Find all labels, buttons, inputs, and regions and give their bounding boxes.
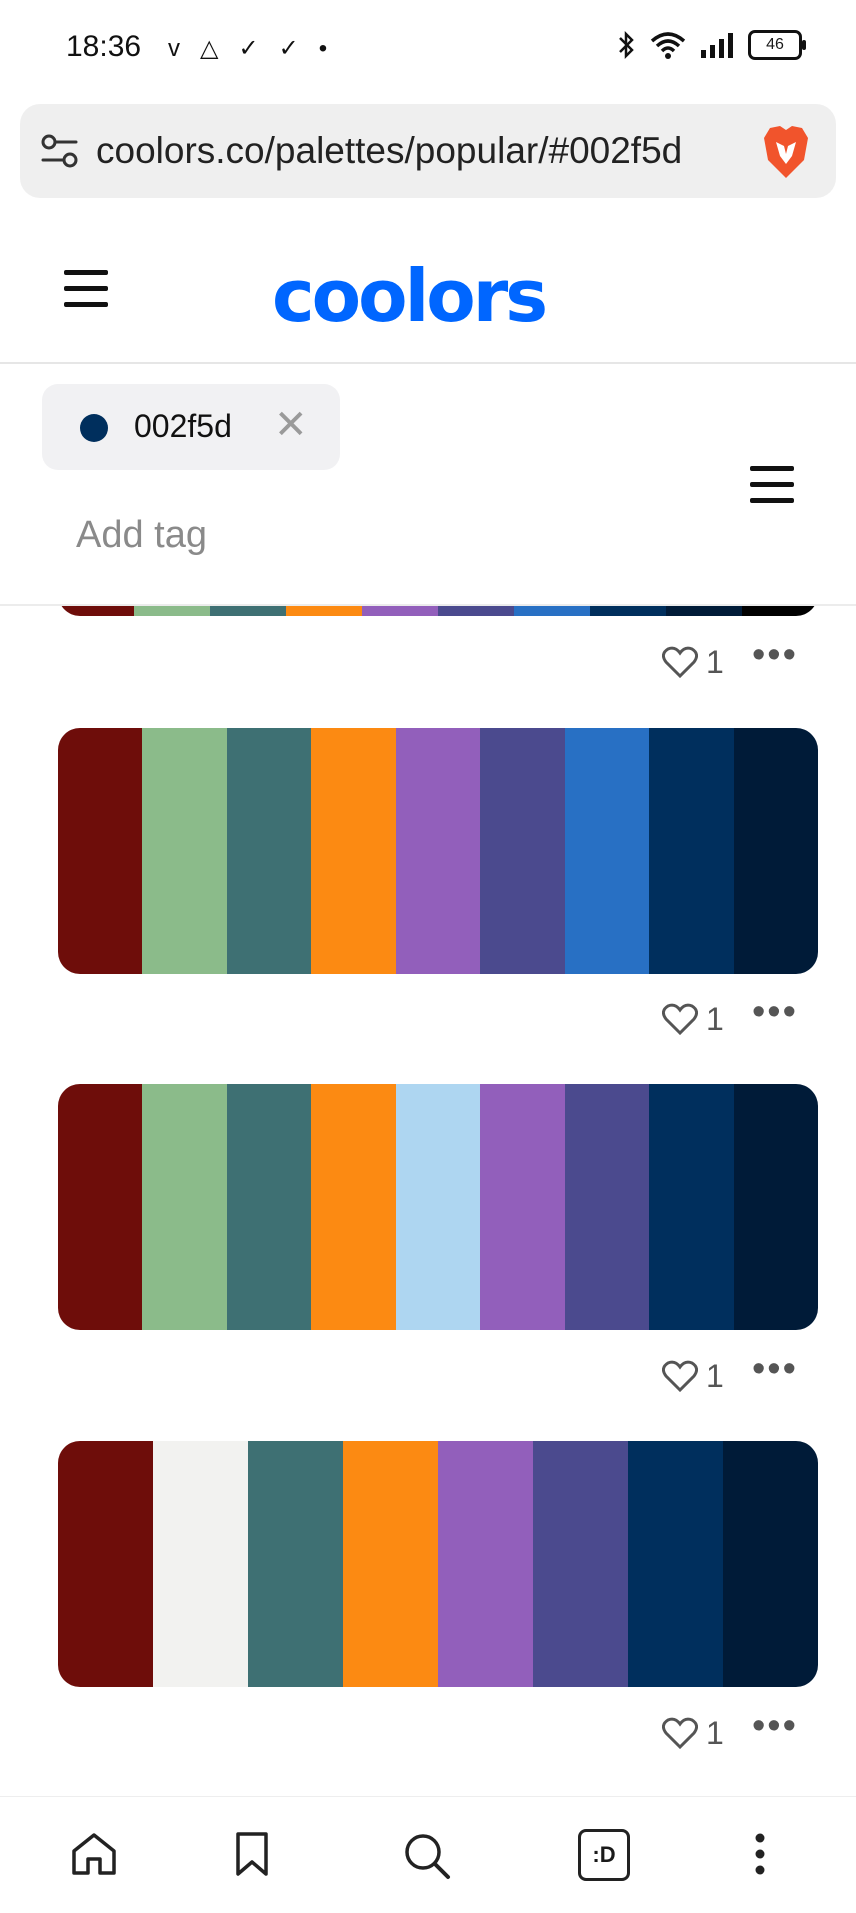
color-swatch[interactable] xyxy=(226,1084,312,1330)
palette-meta: 1 ••• xyxy=(0,1705,856,1761)
heart-icon[interactable] xyxy=(662,1717,698,1749)
like-count: 1 xyxy=(706,1715,724,1751)
color-swatch[interactable] xyxy=(564,1084,650,1330)
palette-meta: 1 ••• xyxy=(0,634,856,690)
home-icon[interactable] xyxy=(70,1831,118,1877)
browser-bottom-nav: :D xyxy=(0,1796,856,1913)
palette-list: 1 ••• 1 ••• 1 ••• 1 ••• xyxy=(0,0,856,1912)
color-swatch[interactable] xyxy=(723,1441,818,1687)
color-swatch[interactable] xyxy=(153,1441,248,1687)
color-swatch[interactable] xyxy=(311,728,396,974)
color-dot xyxy=(80,414,108,442)
like-count: 1 xyxy=(706,1358,724,1394)
palette-card[interactable] xyxy=(58,728,818,974)
color-swatch[interactable] xyxy=(733,728,818,974)
color-swatch[interactable] xyxy=(649,728,734,974)
palette-meta: 1 ••• xyxy=(0,1348,856,1404)
color-swatch[interactable] xyxy=(395,1084,481,1330)
more-options-icon[interactable]: ••• xyxy=(752,1348,798,1391)
color-swatch[interactable] xyxy=(438,1441,533,1687)
color-swatch[interactable] xyxy=(343,1441,438,1687)
search-icon[interactable] xyxy=(402,1831,452,1881)
heart-icon[interactable] xyxy=(662,646,698,678)
like-count: 1 xyxy=(706,1001,724,1037)
color-swatch[interactable] xyxy=(564,728,650,974)
color-swatch[interactable] xyxy=(58,1084,143,1330)
color-swatch[interactable] xyxy=(58,728,143,974)
color-swatch[interactable] xyxy=(142,1084,227,1330)
tag-filter-panel: 002f5d ✕ Add tag xyxy=(0,364,856,606)
filter-menu-icon[interactable] xyxy=(750,466,794,514)
palette-card[interactable] xyxy=(58,1441,818,1687)
color-swatch[interactable] xyxy=(142,728,227,974)
more-vertical-icon[interactable] xyxy=(750,1831,770,1877)
color-swatch[interactable] xyxy=(533,1441,628,1687)
tabs-icon[interactable]: :D xyxy=(578,1829,630,1881)
more-options-icon[interactable]: ••• xyxy=(752,634,798,677)
color-tag-chip[interactable]: 002f5d ✕ xyxy=(42,384,340,470)
like-count: 1 xyxy=(706,644,724,680)
color-swatch[interactable] xyxy=(733,1084,818,1330)
color-swatch[interactable] xyxy=(395,728,481,974)
color-swatch[interactable] xyxy=(649,1084,734,1330)
heart-icon[interactable] xyxy=(662,1360,698,1392)
color-swatch[interactable] xyxy=(480,1084,565,1330)
heart-icon[interactable] xyxy=(662,1003,698,1035)
bookmark-icon[interactable] xyxy=(232,1831,272,1877)
color-swatch[interactable] xyxy=(628,1441,723,1687)
color-swatch[interactable] xyxy=(311,1084,396,1330)
add-tag-input[interactable]: Add tag xyxy=(76,514,207,557)
color-swatch[interactable] xyxy=(480,728,565,974)
more-options-icon[interactable]: ••• xyxy=(752,1705,798,1748)
color-swatch[interactable] xyxy=(226,728,312,974)
color-swatch[interactable] xyxy=(248,1441,343,1687)
palette-card[interactable] xyxy=(58,1084,818,1330)
color-swatch[interactable] xyxy=(58,1441,153,1687)
more-options-icon[interactable]: ••• xyxy=(752,991,798,1034)
palette-meta: 1 ••• xyxy=(0,991,856,1047)
remove-tag-icon[interactable]: ✕ xyxy=(274,402,308,448)
tag-label: 002f5d xyxy=(134,408,232,444)
